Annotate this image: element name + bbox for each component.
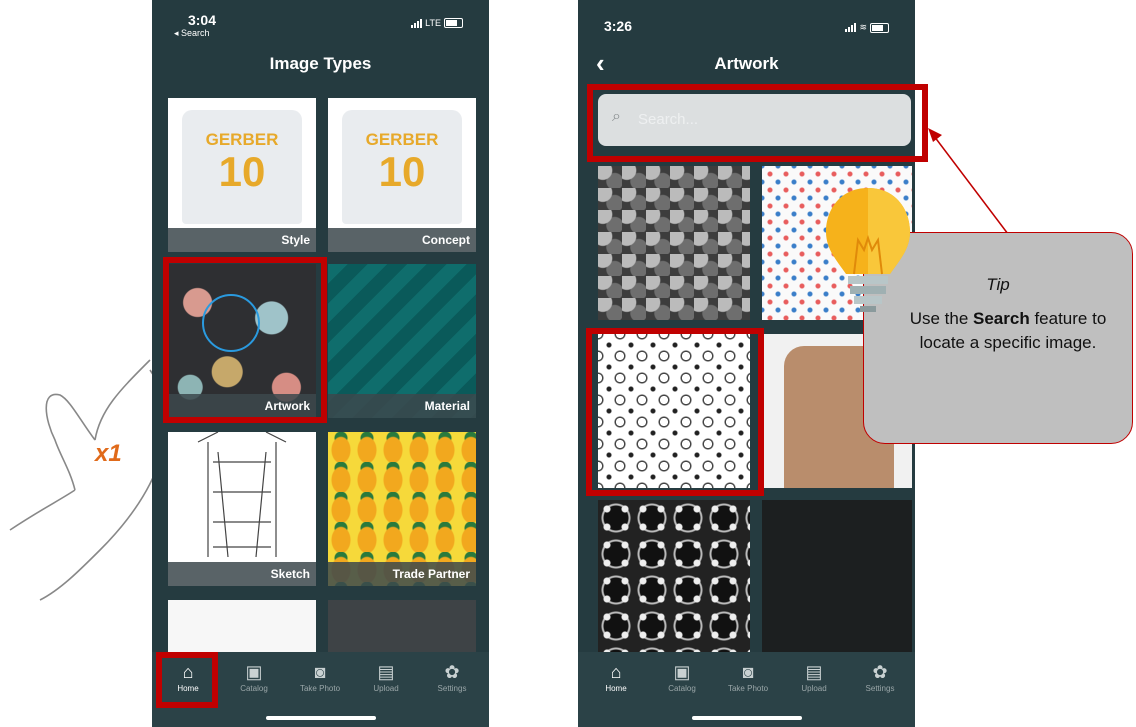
tip-text: Use the Search feature to locate a speci… [894,307,1122,355]
tip-text-prefix: Use the [909,309,974,328]
tip-text-bold: Search [973,309,1030,328]
lightbulb-icon [826,188,910,312]
